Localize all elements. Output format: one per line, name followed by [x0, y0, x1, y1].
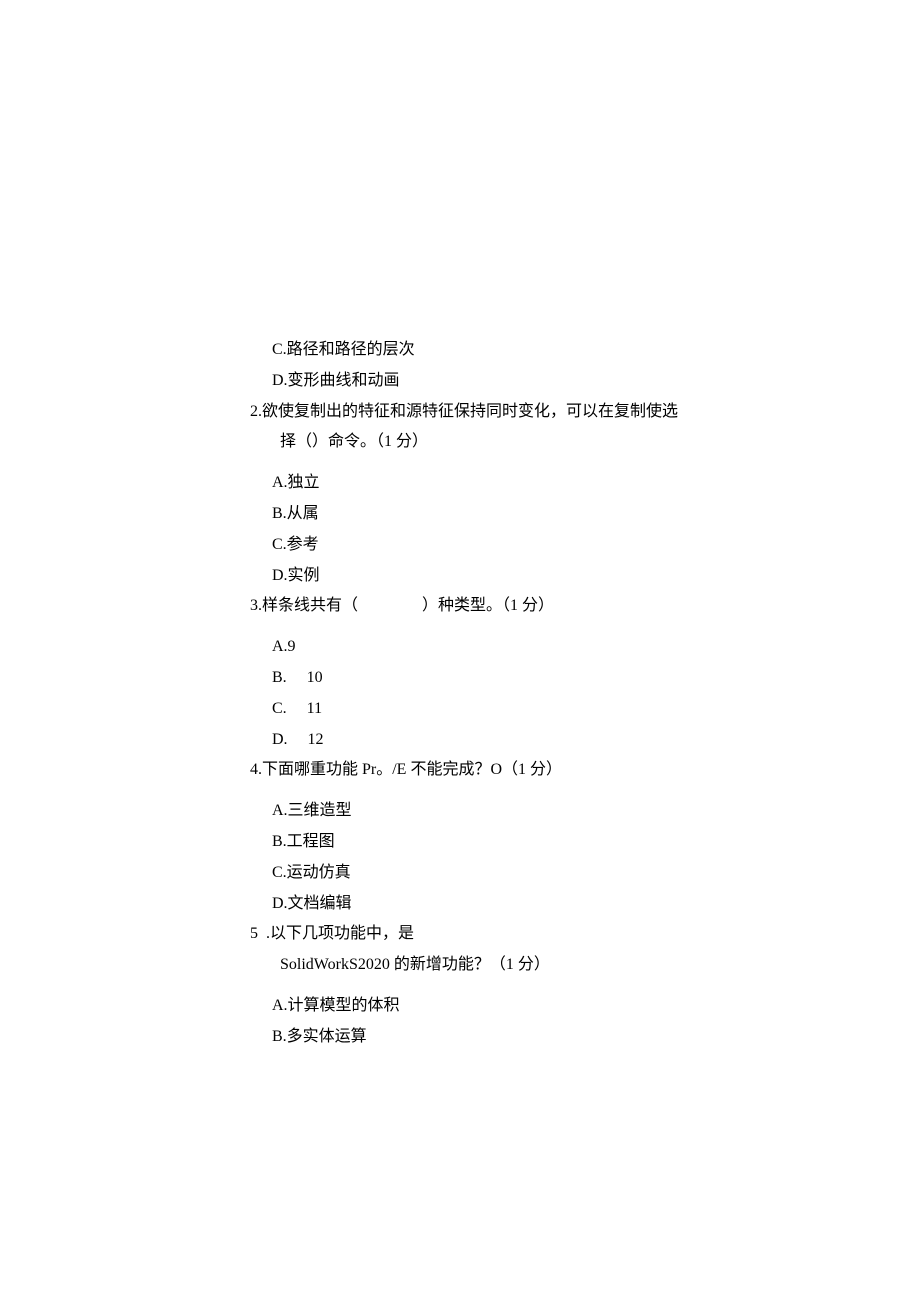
q1-option-d: D.变形曲线和动画 — [250, 367, 690, 396]
q4-stem: 4.下面哪重功能 Pr。/E 不能完成？O（1 分） — [250, 756, 690, 785]
q2-option-b: B.从属 — [250, 500, 690, 529]
q1-option-c: C.路径和路径的层次 — [250, 336, 690, 365]
q2-option-c: C.参考 — [250, 531, 690, 560]
q4-option-d: D.文档编辑 — [250, 890, 690, 919]
q3-option-c: C. 11 — [250, 695, 690, 724]
q2-option-d: D.实例 — [250, 562, 690, 591]
q4-option-a: A.三维造型 — [250, 797, 690, 826]
q5-option-b: B.多实体运算 — [250, 1023, 690, 1052]
q2-stem-line2: 择（）命令。（1 分） — [250, 428, 690, 457]
q4-option-b: B.工程图 — [250, 828, 690, 857]
q5-stem-text: .以下几项功能中，是 — [262, 925, 414, 942]
q2-stem-line1: 2.欲使复制出的特征和源特征保持同时变化，可以在复制使选 — [250, 398, 690, 427]
q3-option-d: D. 12 — [250, 726, 690, 755]
q4-option-c: C.运动仿真 — [250, 859, 690, 888]
q3-option-b: B. 10 — [250, 664, 690, 693]
q3-option-a: A.9 — [250, 633, 690, 662]
q5-option-a: A.计算模型的体积 — [250, 992, 690, 1021]
document-content: C.路径和路径的层次 D.变形曲线和动画 2.欲使复制出的特征和源特征保持同时变… — [250, 336, 690, 1054]
q5-stem-line1: 5 .以下几项功能中，是 — [250, 920, 690, 949]
q5-stem-line2: SolidWorkS2020 的新增功能？（1 分） — [250, 951, 690, 980]
q2-option-a: A.独立 — [250, 469, 690, 498]
q5-number: 5 — [250, 920, 262, 949]
q3-stem: 3.样条线共有（ ）种类型。（1 分） — [250, 592, 690, 621]
